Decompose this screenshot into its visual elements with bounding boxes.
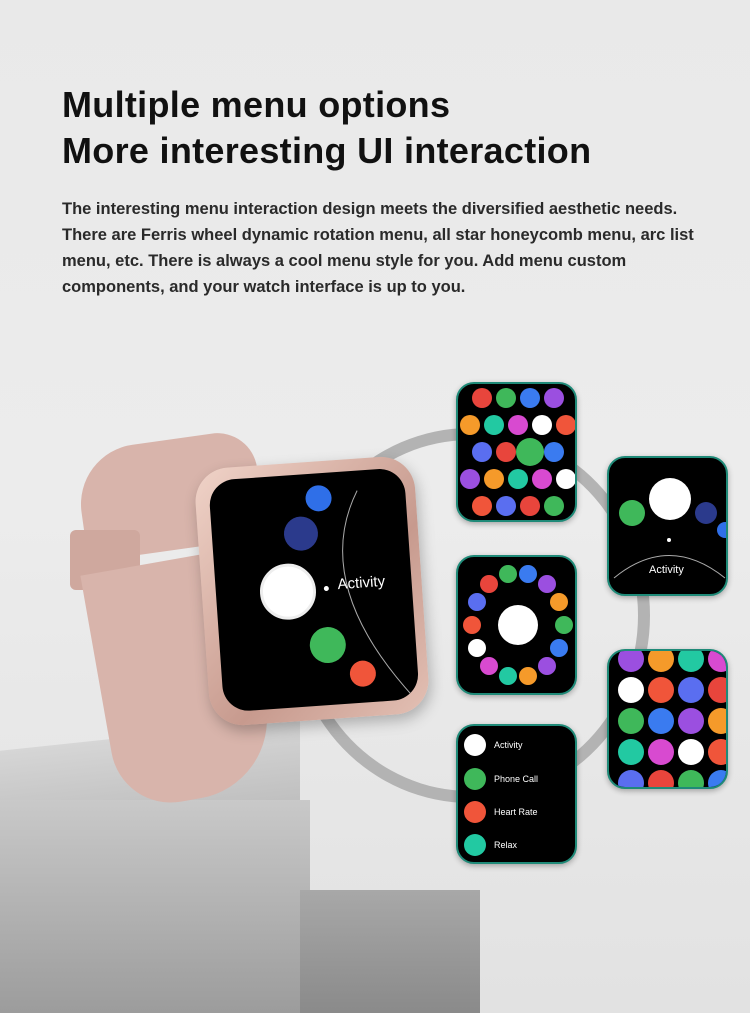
app-icon [463,616,481,634]
app-icon [618,651,644,672]
stone-block [0,800,310,1013]
app-icon [618,770,644,787]
arc-menu-screen[interactable]: Activity [607,456,728,596]
honeycomb-menu-screen[interactable] [456,382,577,522]
app-icon [708,651,726,672]
app-icon [618,677,644,703]
app-icon [498,666,517,685]
app-icon [467,638,486,657]
phone-icon [464,768,486,790]
app-icon [460,469,480,489]
app-icon [648,651,674,672]
list-item-relax[interactable]: Relax [464,834,517,856]
list-item-activity[interactable]: Activity [464,734,523,756]
app-icon [678,677,704,703]
app-icon [708,708,726,734]
app-icon [618,708,644,734]
page-title: Multiple menu options More interesting U… [62,82,591,174]
arc-label: Activity [649,564,684,576]
app-icon [467,593,486,612]
smartwatch: Activity [193,454,431,728]
app-icon [516,438,544,466]
app-icon [556,469,575,489]
app-icon [544,496,564,516]
app-icon [537,656,556,675]
relax-icon [464,834,486,856]
app-icon [484,469,504,489]
app-icon [472,442,492,462]
app-icon [708,677,726,703]
app-icon [544,388,564,408]
watch-screen[interactable]: Activity [208,467,420,713]
app-icon [498,565,517,584]
app-icon [678,739,704,765]
app-icon [678,651,704,672]
list-item-heart-rate[interactable]: Heart Rate [464,801,538,823]
app-icon [544,442,564,462]
app-icon [648,770,674,787]
app-icon [460,415,480,435]
app-icon [532,469,552,489]
app-icon [520,496,540,516]
focused-app-label: Activity [337,572,386,594]
app-icon [555,616,573,634]
description: The interesting menu interaction design … [62,200,694,296]
app-icon [519,666,538,685]
app-icon [496,388,516,408]
app-icon [648,739,674,765]
grid-menu-screen[interactable] [607,649,728,789]
heart-rate-icon [464,801,486,823]
app-icon [532,415,552,435]
title-line-1: Multiple menu options [62,84,451,125]
app-icon [496,442,516,462]
app-icon [678,770,704,787]
app-icon [480,575,499,594]
app-icon [498,605,538,645]
app-icon [648,708,674,734]
app-icon [508,469,528,489]
app-icon [618,739,644,765]
app-icon [556,415,575,435]
app-icon [708,770,726,787]
app-icon [480,656,499,675]
app-icon [678,708,704,734]
app-icon [537,575,556,594]
app-icon [708,739,726,765]
app-icon [484,415,504,435]
app-icon [550,638,569,657]
list-item-phone-call[interactable]: Phone Call [464,768,538,790]
title-line-2: More interesting UI interaction [62,130,592,171]
app-icon [519,565,538,584]
ferris-wheel-menu-screen[interactable] [456,555,577,695]
app-icon [508,415,528,435]
activity-icon [464,734,486,756]
list-menu-screen[interactable]: Activity Phone Call Heart Rate Relax [456,724,577,864]
app-icon [520,388,540,408]
app-icon [472,388,492,408]
app-icon [496,496,516,516]
app-icon [550,593,569,612]
app-icon [472,496,492,516]
stone-block-front [300,890,480,1013]
app-icon [648,677,674,703]
